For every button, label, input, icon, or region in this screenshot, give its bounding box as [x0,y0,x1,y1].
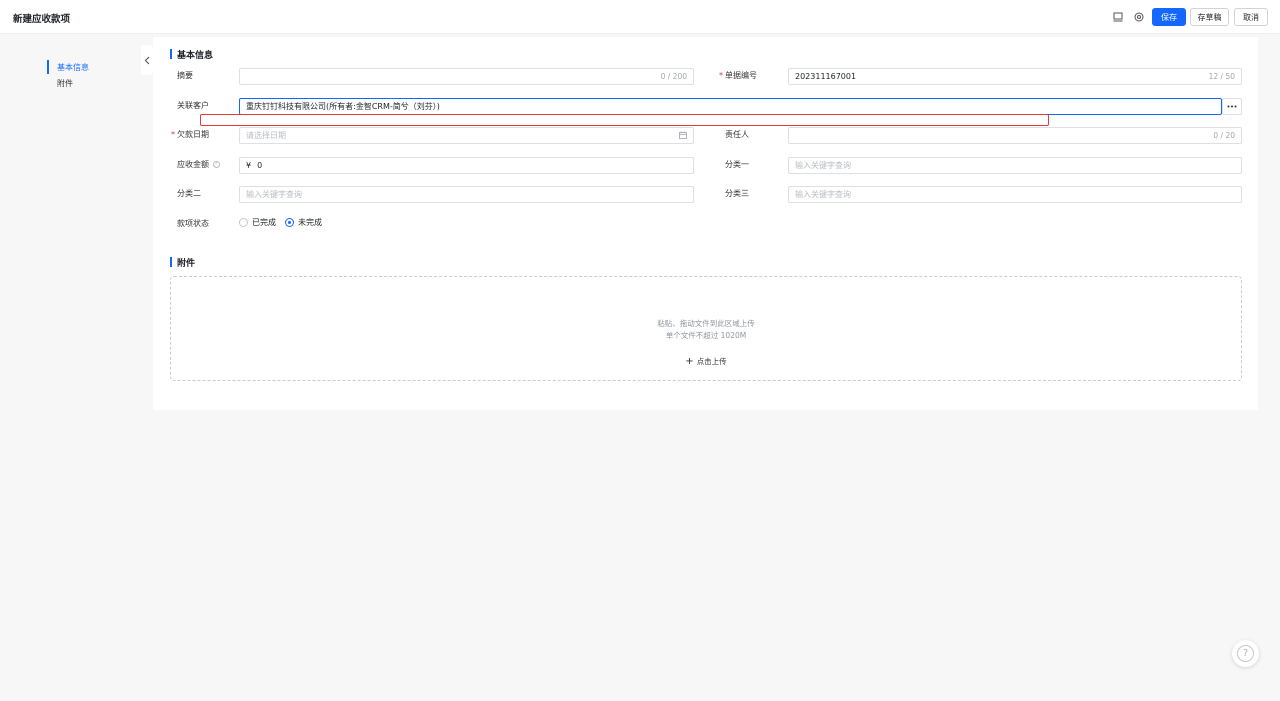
more-icon [1227,105,1237,108]
status-option-label: 已完成 [252,218,276,227]
due-date-label-text: 欠款日期 [177,130,209,139]
amount-label-text: 应收金额 [177,160,209,169]
summary-label: 摘要 [177,71,193,80]
upload-button[interactable]: + 点击上传 [171,356,1241,367]
category3-input[interactable]: 输入关键字查询 [788,186,1242,203]
page-title: 新建应收款项 [13,14,71,25]
owner-char-count: 0 / 20 [1213,131,1235,140]
question-icon: ? [1237,645,1254,662]
radio-circle-selected [285,218,294,227]
amount-value: 0 [257,161,263,170]
owner-label: 责任人 [725,130,749,139]
due-date-label: * 欠款日期 [171,129,209,140]
customer-label: 关联客户 [177,101,209,110]
category2-placeholder: 输入关键字查询 [246,190,302,199]
monitor-icon[interactable] [1112,11,1124,23]
doc-no-label: * 单据编号 [719,70,757,81]
status-radio-completed[interactable]: 已完成 [239,217,276,228]
plus-icon: + [685,356,694,367]
status-radio-incomplete[interactable]: 未完成 [285,217,322,228]
summary-input[interactable]: 0 / 200 [239,68,694,85]
status-radio-group: 已完成 未完成 [239,217,331,228]
summary-char-count: 0 / 200 [660,72,687,81]
doc-no-char-count: 12 / 50 [1208,72,1235,81]
nav-item-attachment[interactable]: 附件 [47,76,137,92]
category2-input[interactable]: 输入关键字查询 [239,186,694,203]
upload-hint: 粘贴、拖动文件到此区域上传 [657,319,755,328]
category1-label: 分类一 [725,160,749,169]
collapse-nav-button[interactable] [141,45,153,75]
highlight-box [200,114,1049,126]
category2-label: 分类二 [177,189,201,198]
help-button[interactable]: ? [1232,640,1259,667]
due-date-input[interactable]: 请选择日期 [239,127,694,144]
section-title-attachment: 附件 [170,256,195,269]
required-mark: * [171,130,175,139]
doc-no-label-text: 单据编号 [725,71,757,80]
upload-size-limit: 单个文件不超过 1020M [665,331,747,340]
amount-input[interactable]: ¥ 0 [239,157,694,174]
upload-button-label: 点击上传 [696,357,727,366]
section-title-basic-info: 基本信息 [170,48,213,61]
doc-no-input[interactable]: 202311167001 12 / 50 [788,68,1242,85]
due-date-placeholder: 请选择日期 [246,131,286,140]
doc-no-value: 202311167001 [795,72,857,81]
status-label: 款项状态 [177,219,209,228]
category3-label: 分类三 [725,189,749,198]
amount-label: 应收金额 ? [177,159,220,170]
side-nav: 基本信息 附件 [47,60,137,92]
customer-input[interactable]: 重庆钉钉科技有限公司(所有者:金智CRM-简兮（刘芬）) [239,98,1222,115]
top-bar: 新建应收款项 保存 存草稿 取消 [0,0,1280,34]
status-option-label: 未完成 [298,218,322,227]
radio-circle [239,218,248,227]
category1-input[interactable]: 输入关键字查询 [788,157,1242,174]
calendar-icon [679,131,687,141]
save-draft-button[interactable]: 存草稿 [1190,8,1229,26]
customer-picker-button[interactable] [1222,98,1242,115]
category3-placeholder: 输入关键字查询 [795,190,851,199]
required-mark: * [719,71,723,80]
customer-value: 重庆钉钉科技有限公司(所有者:金智CRM-简兮（刘芬）) [246,102,440,111]
category1-placeholder: 输入关键字查询 [795,161,851,170]
currency-symbol: ¥ [246,161,252,170]
chevron-left-icon [144,56,150,64]
nav-item-basic-info[interactable]: 基本信息 [47,60,137,76]
upload-dropzone[interactable]: 粘贴、拖动文件到此区域上传 单个文件不超过 1020M + 点击上传 [170,276,1242,381]
save-button[interactable]: 保存 [1152,8,1186,26]
cancel-button[interactable]: 取消 [1234,8,1268,26]
owner-input[interactable]: 0 / 20 [788,127,1242,144]
help-icon[interactable]: ? [212,161,220,168]
settings-icon[interactable] [1133,11,1145,23]
